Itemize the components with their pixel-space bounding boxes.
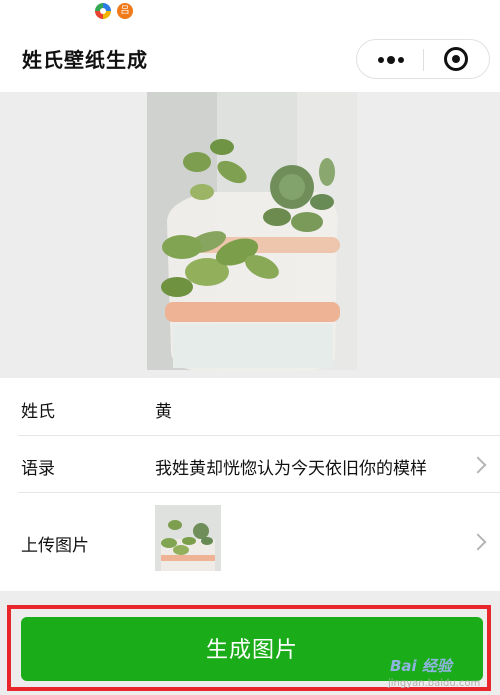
uploaded-image-thumbnail[interactable]	[155, 505, 221, 571]
surname-row[interactable]: 姓氏 黄	[0, 378, 500, 436]
succulent-plant-image	[147, 92, 357, 370]
watermark-url: jingyan.baidu.com	[388, 678, 481, 689]
target-close-icon[interactable]	[424, 40, 490, 78]
upload-label: 上传图片	[21, 536, 89, 556]
status-bar: 吕	[0, 0, 500, 24]
surname-value[interactable]: 黄	[155, 397, 172, 422]
app-icon	[95, 3, 111, 19]
quote-label: 语录	[21, 459, 55, 479]
quote-row[interactable]: 语录 我姓黄却恍惚认为今天依旧你的模样	[0, 436, 500, 493]
upload-row[interactable]: 上传图片	[0, 493, 500, 591]
watermark: Bai 经验 jingyan.baidu.com	[374, 653, 494, 693]
more-dots-icon[interactable]	[357, 40, 423, 78]
action-area: 生成图片 Bai 经验 jingyan.baidu.com	[0, 591, 500, 695]
nav-bar: 姓氏壁纸生成	[0, 24, 500, 92]
succulent-thumbnail-image	[155, 505, 221, 571]
preview-image	[147, 92, 357, 370]
page-title: 姓氏壁纸生成	[22, 48, 148, 72]
notification-icon: 吕	[117, 3, 133, 19]
mini-program-capsule	[356, 39, 490, 79]
surname-label: 姓氏	[21, 402, 55, 422]
chevron-right-icon[interactable]	[469, 456, 487, 474]
quote-value[interactable]: 我姓黄却恍惚认为今天依旧你的模样	[155, 454, 427, 479]
watermark-logo: Bai 经验	[390, 657, 452, 675]
wallpaper-form: 姓氏 黄 语录 我姓黄却恍惚认为今天依旧你的模样 上传图片	[0, 378, 500, 591]
chevron-right-icon[interactable]	[469, 533, 487, 551]
